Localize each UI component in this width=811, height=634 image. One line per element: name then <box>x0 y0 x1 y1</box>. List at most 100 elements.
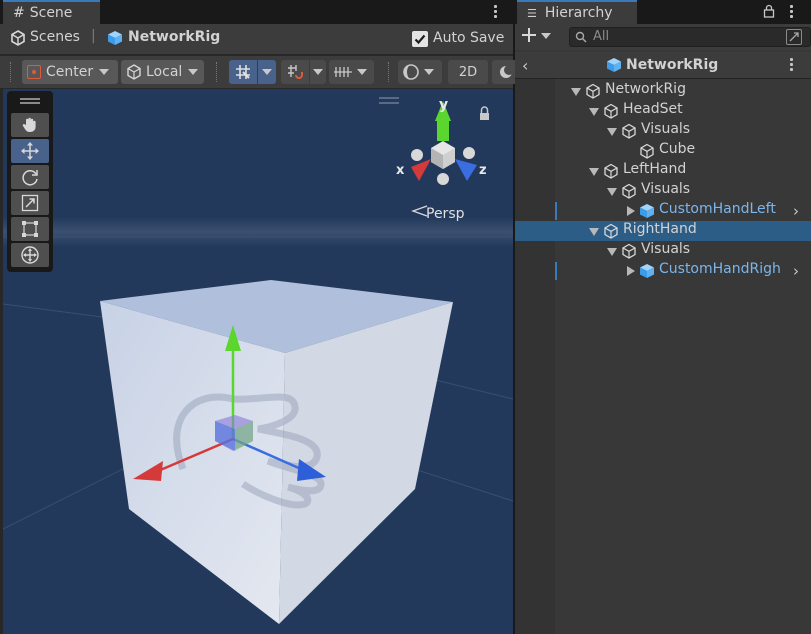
rect-transform-icon <box>22 221 38 237</box>
lock-icon[interactable] <box>763 4 775 22</box>
overlay-drag-handle[interactable] <box>379 97 399 99</box>
create-dropdown[interactable] <box>521 27 551 47</box>
hand-tool-button[interactable] <box>11 113 49 137</box>
grid-visibility-dropdown[interactable] <box>329 60 374 84</box>
grid-snap-icon <box>236 65 250 79</box>
tools-drag-handle[interactable] <box>20 98 40 100</box>
mode-2d-button[interactable]: 2D <box>448 60 488 84</box>
shading-mode-icon <box>403 64 419 80</box>
grid-snap-dropdown[interactable] <box>258 60 276 84</box>
grid-visibility-icon <box>334 67 352 77</box>
hierarchy-item[interactable]: Visuals <box>515 181 811 201</box>
space-label: Local <box>146 64 183 80</box>
expand-down-icon[interactable] <box>607 128 617 136</box>
scale-tool-button[interactable] <box>11 191 49 215</box>
hierarchy-item[interactable]: CustomHandLeft › <box>515 201 811 221</box>
chevron-down-icon <box>424 69 434 75</box>
space-local-dropdown[interactable]: Local <box>121 60 204 84</box>
hierarchy-menu-icon[interactable] <box>790 5 793 20</box>
prefab-mode-header: ‹ NetworkRig <box>515 52 811 79</box>
back-chevron-icon[interactable]: ‹ <box>522 56 528 75</box>
expand-down-icon[interactable] <box>607 188 617 196</box>
orientation-gizmo[interactable] <box>411 101 477 185</box>
autosave-checkbox[interactable] <box>412 31 428 47</box>
chevron-down-icon <box>313 69 323 75</box>
hierarchy-item[interactable]: Cube <box>515 141 811 161</box>
move-tool-button[interactable] <box>11 139 49 163</box>
prefab-header-menu-icon[interactable] <box>790 58 793 73</box>
hierarchy-panel: ☰ Hierarchy All ‹ NetworkRig NetworkRig H… <box>515 0 811 634</box>
search-icon <box>575 31 587 43</box>
hierarchy-item[interactable]: NetworkRig <box>515 81 811 101</box>
increment-snap-button[interactable] <box>281 60 309 84</box>
persp-icon <box>411 205 428 217</box>
gameobject-cube-icon <box>603 103 619 123</box>
prefab-name: NetworkRig <box>128 29 221 45</box>
hierarchy-item[interactable]: CustomHandRigh › <box>515 261 811 281</box>
breadcrumb-separator: | <box>91 28 96 44</box>
scene-menu-icon[interactable] <box>494 5 497 20</box>
cube-mesh[interactable] <box>100 280 453 624</box>
hierarchy-item-label: Visuals <box>641 241 691 257</box>
expand-right-icon[interactable] <box>627 266 635 276</box>
gameobject-cube-icon <box>585 83 601 103</box>
hierarchy-item-label: Visuals <box>641 181 691 197</box>
pivot-label: Center <box>46 64 94 80</box>
expand-down-icon[interactable] <box>589 168 599 176</box>
increment-snap-dropdown[interactable] <box>310 60 326 84</box>
rotate-tool-button[interactable] <box>11 165 49 189</box>
open-prefab-chevron-icon[interactable]: › <box>793 262 799 280</box>
chevron-down-icon <box>541 33 551 39</box>
hierarchy-item[interactable]: HeadSet <box>515 101 811 121</box>
gameobject-cube-icon <box>621 243 637 263</box>
pivot-center-dropdown[interactable]: Center <box>22 60 118 84</box>
grid-snap-button[interactable] <box>229 60 257 84</box>
chevron-down-icon <box>188 69 199 75</box>
prefab-override-bar <box>555 202 557 220</box>
prefab-cube-icon <box>639 263 655 283</box>
autosave-label: Auto Save <box>433 30 505 46</box>
unity-logo-icon <box>10 30 26 50</box>
expand-down-icon[interactable] <box>589 228 599 236</box>
hierarchy-toolbar: All <box>515 24 811 50</box>
search-filter-icon[interactable] <box>786 29 802 45</box>
tab-hierarchy-label: Hierarchy <box>544 5 613 21</box>
open-prefab-chevron-icon[interactable]: › <box>793 202 799 220</box>
toolbar-grip <box>10 62 13 82</box>
hierarchy-item-label: Visuals <box>641 121 691 137</box>
list-icon: ☰ <box>527 6 537 20</box>
tab-scene[interactable]: # Scene <box>3 0 100 24</box>
rect-tool-button[interactable] <box>11 217 49 241</box>
hierarchy-item-label: NetworkRig <box>605 81 686 97</box>
hierarchy-item-label: HeadSet <box>623 101 683 117</box>
transform-tool-button[interactable] <box>11 243 49 267</box>
pivot-icon <box>27 65 41 79</box>
checkmark-icon <box>414 34 426 45</box>
hierarchy-item[interactable]: LeftHand <box>515 161 811 181</box>
expand-right-icon[interactable] <box>627 206 635 216</box>
hierarchy-item[interactable]: Visuals <box>515 241 811 261</box>
hierarchy-item[interactable]: RightHand <box>515 221 811 241</box>
plus-icon <box>522 28 536 42</box>
tools-overlay <box>7 91 53 272</box>
expand-down-icon[interactable] <box>607 248 617 256</box>
expand-down-icon[interactable] <box>571 88 581 96</box>
lock-icon[interactable] <box>480 106 489 120</box>
hierarchy-search-input[interactable]: All <box>569 27 811 47</box>
tab-hierarchy[interactable]: ☰ Hierarchy <box>517 0 637 24</box>
hash-icon: # <box>13 5 25 21</box>
transform-icon <box>21 246 39 264</box>
gameobject-cube-icon <box>603 163 619 183</box>
hierarchy-item-label: LeftHand <box>623 161 687 177</box>
hierarchy-item-label: RightHand <box>623 221 697 237</box>
scene-viewport[interactable]: y x z Persp <box>3 89 513 634</box>
expand-down-icon[interactable] <box>589 108 599 116</box>
prefab-cube-icon <box>107 30 123 50</box>
scenes-breadcrumb[interactable]: Scenes <box>30 29 80 45</box>
draw-mode-dropdown[interactable] <box>398 60 442 84</box>
gameobject-cube-icon <box>621 123 637 143</box>
scene-toolbar: Center Local 2D <box>0 56 522 88</box>
projection-label[interactable]: Persp <box>426 206 465 222</box>
hierarchy-item[interactable]: Visuals <box>515 121 811 141</box>
scene-panel: # Scene Scenes | NetworkRig Auto Save Ce… <box>0 0 522 634</box>
